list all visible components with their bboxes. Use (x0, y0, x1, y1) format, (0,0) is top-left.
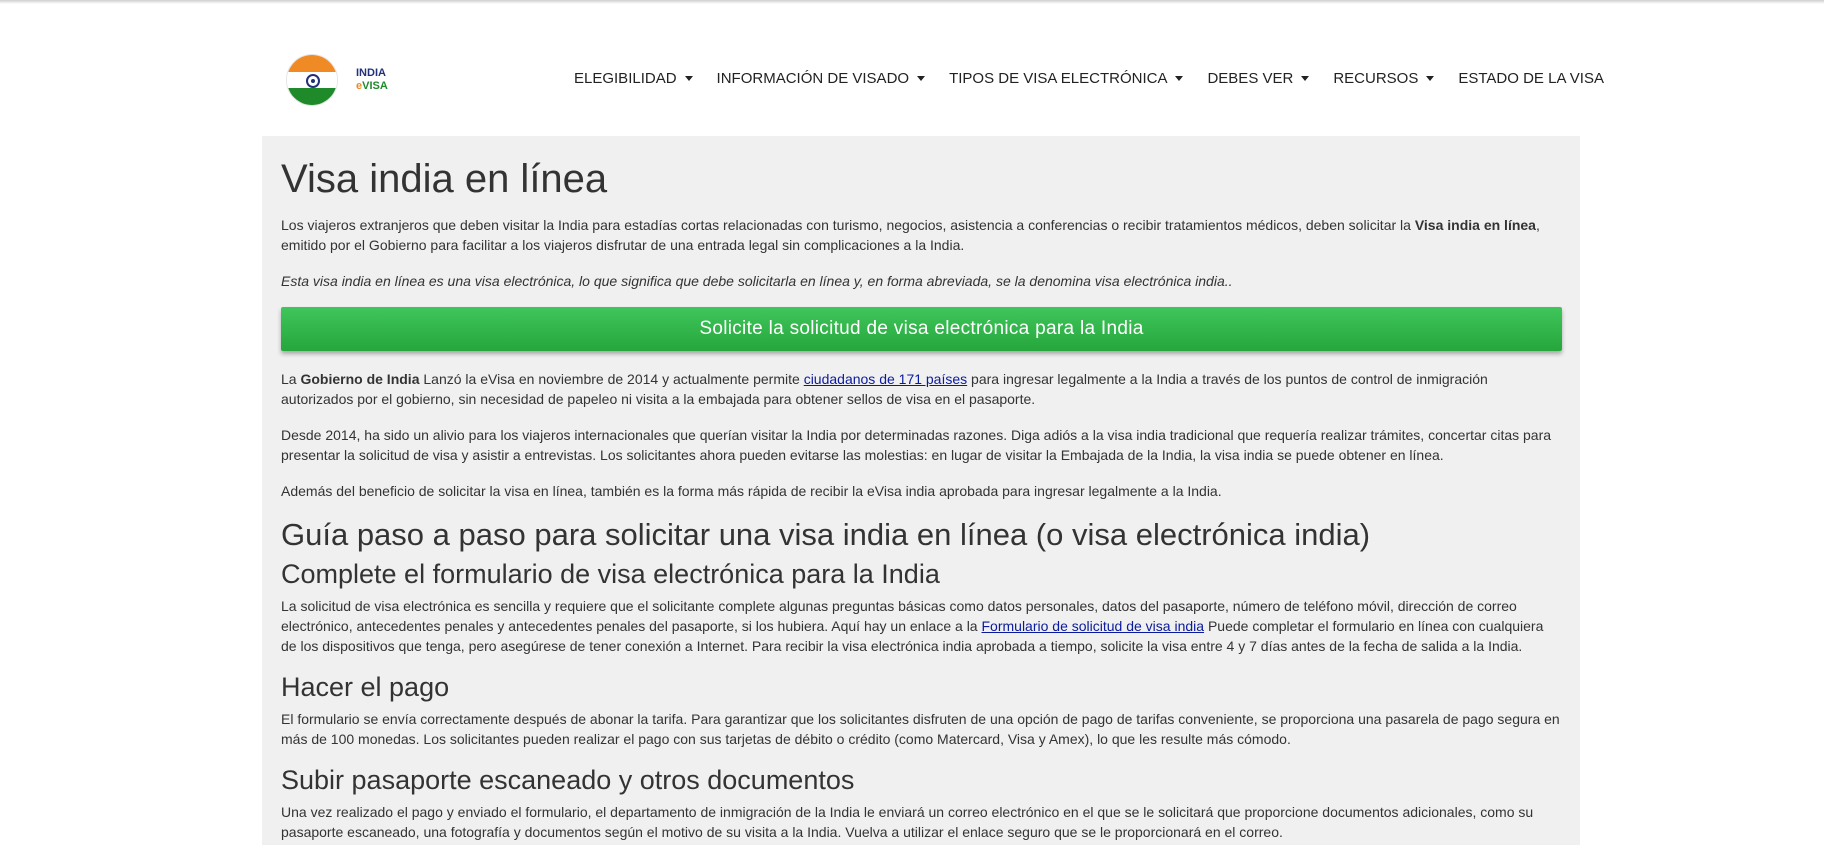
application-form-link[interactable]: Formulario de solicitud de visa india (982, 618, 1205, 634)
step2-heading: Hacer el pago (281, 672, 450, 702)
chevron-down-icon (917, 76, 926, 81)
logo-text: INDIA eVISA (356, 67, 388, 93)
india-flag-icon (286, 54, 338, 106)
step3-heading: Subir pasaporte escaneado y otros docume… (281, 765, 855, 795)
step3-paragraph: Una vez realizado el pago y enviado el f… (281, 804, 1534, 840)
main-content: Visa india en línea Los viajeros extranj… (262, 136, 1580, 845)
countries-link[interactable]: ciudadanos de 171 países (804, 371, 967, 387)
step1-paragraph: La solicitud de visa electrónica es senc… (281, 598, 1544, 654)
guide-heading: Guía paso a paso para solicitar una visa… (281, 517, 1371, 552)
since-2014-paragraph: Desde 2014, ha sido un alivio para los v… (281, 427, 1552, 463)
intro-paragraph: Los viajeros extranjeros que deben visit… (281, 217, 1540, 253)
chevron-down-icon (1426, 76, 1435, 81)
nav-debes-ver[interactable]: DEBES VER (1195, 70, 1321, 87)
nav-elegibilidad[interactable]: ELEGIBILIDAD (562, 70, 705, 87)
main-nav: ELEGIBILIDAD INFORMACIÓN DE VISADO TIPOS… (562, 70, 1616, 87)
logo-line1: INDIA (356, 67, 386, 79)
step1-heading: Complete el formulario de visa electróni… (281, 559, 940, 589)
apply-evisa-button[interactable]: Solicite la solicitud de visa electrónic… (281, 307, 1562, 351)
site-header: INDIA eVISA ELEGIBILIDAD INFORMACIÓN DE … (262, 40, 1604, 140)
top-shadow (0, 0, 1824, 4)
chevron-down-icon (1175, 76, 1184, 81)
italic-note: Esta visa india en línea es una visa ele… (281, 273, 1233, 289)
page-title: Visa india en línea (281, 157, 608, 201)
benefit-paragraph: Además del beneficio de solicitar la vis… (281, 483, 1222, 499)
gobierno-paragraph: La Gobierno de India Lanzó la eVisa en n… (281, 371, 1488, 407)
nav-estado-de-la-visa[interactable]: ESTADO DE LA VISA (1446, 70, 1616, 87)
nav-informacion-de-visado[interactable]: INFORMACIÓN DE VISADO (705, 70, 938, 87)
nav-recursos[interactable]: RECURSOS (1321, 70, 1446, 87)
chevron-down-icon (1301, 76, 1310, 81)
logo-line2: eVISA (356, 80, 388, 92)
step2-paragraph: El formulario se envía correctamente des… (281, 711, 1560, 747)
nav-tipos-de-visa[interactable]: TIPOS DE VISA ELECTRÓNICA (937, 70, 1195, 87)
chevron-down-icon (684, 76, 693, 81)
site-logo[interactable]: INDIA eVISA (286, 50, 396, 110)
